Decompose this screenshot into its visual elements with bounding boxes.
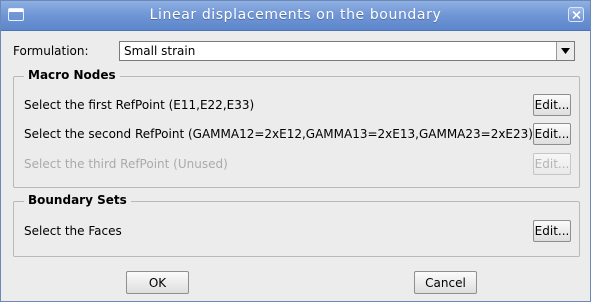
dropdown-arrow-icon <box>561 48 570 54</box>
close-icon <box>572 11 581 19</box>
refpoint-third-label: Select the third RefPoint (Unused) <box>24 157 228 171</box>
ok-button[interactable]: OK <box>126 271 189 294</box>
refpoint-third-edit-button: Edit... <box>533 153 571 175</box>
formulation-value: Small strain <box>124 44 196 58</box>
refpoint-third-row: Select the third RefPoint (Unused) Edit.… <box>24 153 571 175</box>
formulation-select[interactable]: Small strain <box>119 41 575 61</box>
refpoint-first-edit-button[interactable]: Edit... <box>533 94 571 116</box>
formulation-row: Formulation: Small strain <box>13 41 583 63</box>
dialog-window: Linear displacements on the boundary For… <box>0 0 591 302</box>
formulation-label: Formulation: <box>13 44 89 58</box>
refpoint-first-row: Select the first RefPoint (E11,E22,E33) … <box>24 94 571 116</box>
boundary-sets-title: Boundary Sets <box>24 193 131 207</box>
refpoint-second-edit-button[interactable]: Edit... <box>533 123 571 145</box>
window-title: Linear displacements on the boundary <box>149 7 442 23</box>
faces-row: Select the Faces Edit... <box>24 220 571 242</box>
macro-nodes-title: Macro Nodes <box>24 68 120 82</box>
refpoint-second-label: Select the second RefPoint (GAMMA12=2xE1… <box>24 127 533 141</box>
cancel-button[interactable]: Cancel <box>414 271 477 294</box>
faces-edit-button[interactable]: Edit... <box>533 220 571 242</box>
macro-nodes-group: Macro Nodes Select the first RefPoint (E… <box>13 68 580 188</box>
faces-label: Select the Faces <box>24 224 122 238</box>
title-bar[interactable]: Linear displacements on the boundary <box>1 1 590 31</box>
boundary-sets-group: Boundary Sets Select the Faces Edit... <box>13 193 580 257</box>
refpoint-second-row: Select the second RefPoint (GAMMA12=2xE1… <box>24 123 571 145</box>
close-button[interactable] <box>568 7 584 22</box>
formulation-dropdown-button[interactable] <box>556 42 574 60</box>
refpoint-first-label: Select the first RefPoint (E11,E22,E33) <box>24 98 255 112</box>
